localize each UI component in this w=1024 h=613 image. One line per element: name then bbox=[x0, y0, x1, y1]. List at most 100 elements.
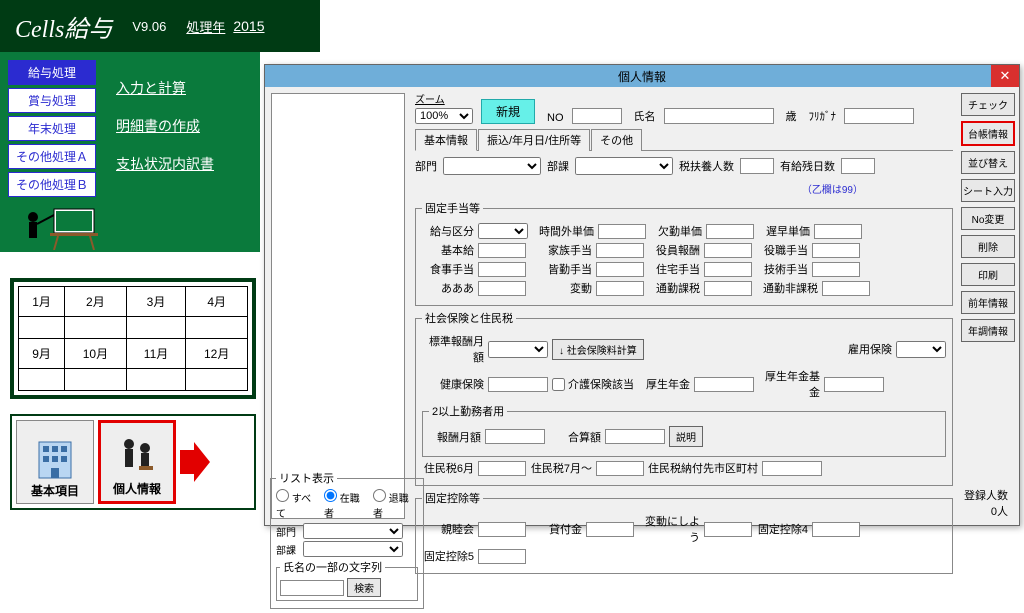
people-icon bbox=[115, 432, 159, 480]
close-button[interactable]: ✕ bbox=[991, 65, 1019, 87]
dept-select[interactable] bbox=[443, 157, 541, 175]
name-field[interactable] bbox=[664, 108, 774, 124]
app-title: Cells給与 bbox=[15, 9, 112, 44]
no-change-button[interactable]: No変更 bbox=[961, 207, 1015, 230]
section-label: 部課 bbox=[547, 158, 569, 174]
position-field[interactable] bbox=[704, 243, 752, 258]
sidebar-item-other-b[interactable]: その他処理Ｂ bbox=[8, 172, 96, 197]
family-field[interactable] bbox=[596, 243, 644, 258]
right-button-column: チェック 台帳情報 並び替え シート入力 No変更 削除 印刷 前年情報 年調情… bbox=[957, 87, 1019, 525]
month-cell[interactable]: 2月 bbox=[65, 287, 127, 317]
radio-retired[interactable]: 退職者 bbox=[373, 489, 418, 520]
prev-year-button[interactable]: 前年情報 bbox=[961, 291, 1015, 314]
res-tax7-field[interactable] bbox=[596, 461, 644, 476]
deduct4-field[interactable] bbox=[812, 522, 860, 537]
res-paycity-field[interactable] bbox=[762, 461, 822, 476]
care-checkbox[interactable] bbox=[552, 378, 565, 391]
deduct5-field[interactable] bbox=[478, 549, 526, 564]
check-button[interactable]: チェック bbox=[961, 93, 1015, 116]
tab-transfer[interactable]: 振込/年月日/住所等 bbox=[478, 129, 590, 151]
deduct1-field[interactable] bbox=[478, 522, 526, 537]
meal-field[interactable] bbox=[478, 262, 526, 277]
month-cell[interactable]: 4月 bbox=[186, 287, 248, 317]
radio-all[interactable]: すべて bbox=[276, 489, 320, 520]
rem-monthly-field[interactable] bbox=[485, 429, 545, 444]
board-links: 入力と計算 明細書の作成 支払状況内訳書 bbox=[116, 60, 258, 192]
zoom-label: ズーム bbox=[415, 91, 473, 106]
building-icon bbox=[33, 434, 77, 482]
new-button[interactable]: 新規 bbox=[481, 99, 535, 124]
welfare-field[interactable] bbox=[694, 377, 754, 392]
absence-field[interactable] bbox=[706, 224, 754, 239]
link-payslip[interactable]: 明細書の作成 bbox=[116, 116, 258, 136]
commute-notax-field[interactable] bbox=[822, 281, 870, 296]
employee-listbox[interactable] bbox=[271, 93, 405, 519]
tool-basic-items[interactable]: 基本項目 bbox=[16, 420, 94, 504]
proc-year-label: 処理年 bbox=[186, 17, 225, 36]
link-input-calc[interactable]: 入力と計算 bbox=[116, 78, 258, 98]
tool-personal-label: 個人情報 bbox=[113, 480, 161, 497]
emp-ins-select[interactable] bbox=[896, 341, 946, 358]
hourly-ot-field[interactable] bbox=[598, 224, 646, 239]
month-cell[interactable]: 12月 bbox=[186, 339, 248, 369]
month-cell[interactable]: 11月 bbox=[126, 339, 186, 369]
radio-active[interactable]: 在職者 bbox=[324, 489, 369, 520]
window-titlebar: 個人情報 ✕ bbox=[265, 65, 1019, 87]
sidebar-item-payroll[interactable]: 給与処理 bbox=[8, 60, 96, 85]
explain-button[interactable]: 説明 bbox=[669, 426, 703, 447]
dependents-field[interactable] bbox=[740, 158, 774, 174]
search-button[interactable]: 検索 bbox=[347, 578, 381, 597]
commute-tax-field[interactable] bbox=[704, 281, 752, 296]
delete-button[interactable]: 削除 bbox=[961, 235, 1015, 258]
sidebar-item-other-a[interactable]: その他処理Ａ bbox=[8, 144, 96, 169]
res-tax6-field[interactable] bbox=[478, 461, 526, 476]
skill-field[interactable] bbox=[812, 262, 860, 277]
fixed-deduction-group: 固定控除等 親睦会 貸付金 変動にしよう 固定控除4 固定控除5 bbox=[415, 490, 953, 574]
std-monthly-select[interactable] bbox=[488, 341, 548, 358]
month-cell[interactable]: 10月 bbox=[65, 339, 127, 369]
deduct3-field[interactable] bbox=[704, 522, 752, 537]
late-field[interactable] bbox=[814, 224, 862, 239]
ledger-info-button[interactable]: 台帳情報 bbox=[961, 121, 1015, 146]
proc-year-value: 2015 bbox=[233, 18, 264, 34]
no-label: NO bbox=[547, 112, 564, 124]
filter-dept-select[interactable] bbox=[303, 523, 403, 539]
tab-other[interactable]: その他 bbox=[591, 129, 642, 151]
sidebar-item-yearend[interactable]: 年末処理 bbox=[8, 116, 96, 141]
count-label: 登録人数 bbox=[964, 487, 1008, 503]
tool-personal-info[interactable]: 個人情報 bbox=[98, 420, 176, 504]
calc-social-button[interactable]: ↓ 社会保険料計算 bbox=[552, 339, 644, 360]
variable-field[interactable] bbox=[596, 281, 644, 296]
base-field[interactable] bbox=[478, 243, 526, 258]
diligence-field[interactable] bbox=[596, 262, 644, 277]
tab-basic[interactable]: 基本情報 bbox=[415, 129, 477, 151]
zoom-select[interactable]: 100% bbox=[415, 108, 473, 124]
month-cell[interactable]: 1月 bbox=[19, 287, 65, 317]
name-search-field[interactable] bbox=[280, 580, 344, 596]
no-field[interactable] bbox=[572, 108, 622, 124]
paid-leave-field[interactable] bbox=[841, 158, 875, 174]
sort-button[interactable]: 並び替え bbox=[961, 151, 1015, 174]
commute-field[interactable] bbox=[812, 243, 860, 258]
link-payment-report[interactable]: 支払状況内訳書 bbox=[116, 154, 258, 174]
sheet-input-button[interactable]: シート入力 bbox=[961, 179, 1015, 202]
name-label: 氏名 bbox=[634, 108, 656, 124]
month-cell[interactable]: 9月 bbox=[19, 339, 65, 369]
year-adjust-button[interactable]: 年調情報 bbox=[961, 319, 1015, 342]
kana-field[interactable] bbox=[844, 108, 914, 124]
health-field[interactable] bbox=[488, 377, 548, 392]
section-select[interactable] bbox=[575, 157, 673, 175]
fund-field[interactable] bbox=[824, 377, 884, 392]
pay-category-select[interactable] bbox=[478, 223, 528, 239]
deduct2-field[interactable] bbox=[586, 522, 634, 537]
total-field[interactable] bbox=[605, 429, 665, 444]
filter-sect-select[interactable] bbox=[303, 541, 403, 557]
sidebar-item-bonus[interactable]: 賞与処理 bbox=[8, 88, 96, 113]
window-title: 個人情報 bbox=[618, 68, 666, 85]
aaa-field[interactable] bbox=[478, 281, 526, 296]
arrow-right-icon bbox=[180, 442, 210, 482]
print-button[interactable]: 印刷 bbox=[961, 263, 1015, 286]
app-header: Cells給与 V9.06 処理年 2015 bbox=[0, 0, 320, 52]
month-cell[interactable]: 3月 bbox=[126, 287, 186, 317]
housing-field[interactable] bbox=[704, 262, 752, 277]
